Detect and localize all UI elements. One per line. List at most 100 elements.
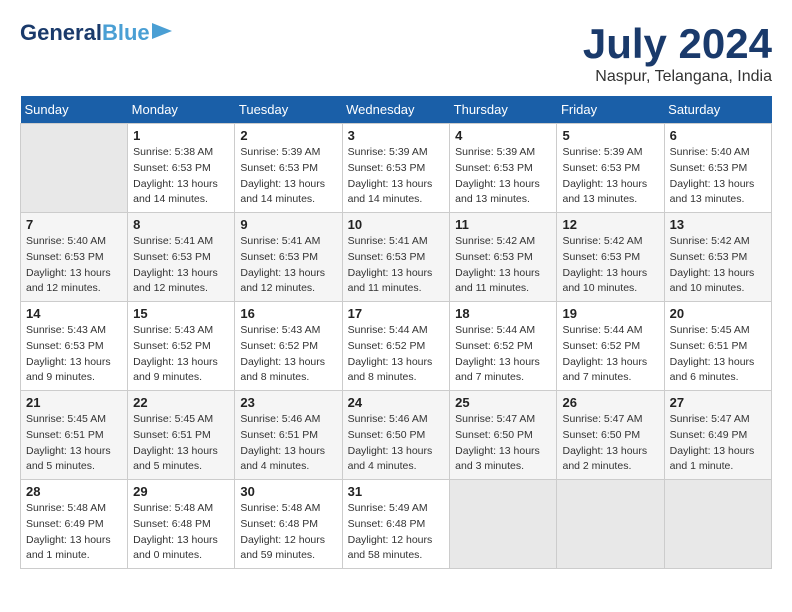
day-number: 30 <box>240 484 336 499</box>
day-number: 17 <box>348 306 445 321</box>
day-info: Sunrise: 5:44 AM Sunset: 6:52 PM Dayligh… <box>562 323 658 386</box>
day-number: 31 <box>348 484 445 499</box>
calendar-cell: 26 Sunrise: 5:47 AM Sunset: 6:50 PM Dayli… <box>557 391 664 480</box>
calendar-cell: 16 Sunrise: 5:43 AM Sunset: 6:52 PM Dayli… <box>235 302 342 391</box>
day-number: 4 <box>455 128 551 143</box>
day-number: 15 <box>133 306 229 321</box>
calendar-cell: 15 Sunrise: 5:43 AM Sunset: 6:52 PM Dayli… <box>128 302 235 391</box>
day-info: Sunrise: 5:38 AM Sunset: 6:53 PM Dayligh… <box>133 145 229 208</box>
day-number: 7 <box>26 217 122 232</box>
calendar-cell: 28Sunrise: 5:48 AM Sunset: 6:49 PM Dayli… <box>21 480 128 569</box>
page-header: GeneralBlue July 2024 Naspur, Telangana,… <box>20 20 772 86</box>
day-info: Sunrise: 5:47 AM Sunset: 6:49 PM Dayligh… <box>670 412 766 475</box>
day-info: Sunrise: 5:48 AM Sunset: 6:48 PM Dayligh… <box>240 501 336 564</box>
calendar-cell: 29 Sunrise: 5:48 AM Sunset: 6:48 PM Dayli… <box>128 480 235 569</box>
day-number: 25 <box>455 395 551 410</box>
day-info: Sunrise: 5:42 AM Sunset: 6:53 PM Dayligh… <box>562 234 658 297</box>
calendar-cell: 18 Sunrise: 5:44 AM Sunset: 6:52 PM Dayli… <box>450 302 557 391</box>
day-info: Sunrise: 5:45 AM Sunset: 6:51 PM Dayligh… <box>26 412 122 475</box>
calendar-cell: 7 Sunrise: 5:40 AM Sunset: 6:53 PM Daylig… <box>21 213 128 302</box>
calendar-cell: 9 Sunrise: 5:41 AM Sunset: 6:53 PM Daylig… <box>235 213 342 302</box>
column-header-friday: Friday <box>557 96 664 124</box>
day-number: 9 <box>240 217 336 232</box>
day-number: 11 <box>455 217 551 232</box>
day-info: Sunrise: 5:40 AM Sunset: 6:53 PM Dayligh… <box>670 145 766 208</box>
day-number: 16 <box>240 306 336 321</box>
day-number: 10 <box>348 217 445 232</box>
day-info: Sunrise: 5:41 AM Sunset: 6:53 PM Dayligh… <box>240 234 336 297</box>
day-info: Sunrise: 5:42 AM Sunset: 6:53 PM Dayligh… <box>670 234 766 297</box>
day-info: Sunrise: 5:47 AM Sunset: 6:50 PM Dayligh… <box>562 412 658 475</box>
day-info: Sunrise: 5:42 AM Sunset: 6:53 PM Dayligh… <box>455 234 551 297</box>
day-info: Sunrise: 5:45 AM Sunset: 6:51 PM Dayligh… <box>670 323 766 386</box>
day-number: 5 <box>562 128 658 143</box>
calendar-cell <box>664 480 771 569</box>
calendar-cell: 17 Sunrise: 5:44 AM Sunset: 6:52 PM Dayli… <box>342 302 450 391</box>
day-info: Sunrise: 5:45 AM Sunset: 6:51 PM Dayligh… <box>133 412 229 475</box>
calendar-cell: 3 Sunrise: 5:39 AM Sunset: 6:53 PM Daylig… <box>342 124 450 213</box>
day-number: 21 <box>26 395 122 410</box>
day-number: 12 <box>562 217 658 232</box>
day-number: 3 <box>348 128 445 143</box>
day-number: 1 <box>133 128 229 143</box>
day-number: 23 <box>240 395 336 410</box>
calendar-week-row: 14Sunrise: 5:43 AM Sunset: 6:53 PM Dayli… <box>21 302 772 391</box>
day-info: Sunrise: 5:41 AM Sunset: 6:53 PM Dayligh… <box>133 234 229 297</box>
calendar-header-row: SundayMondayTuesdayWednesdayThursdayFrid… <box>21 96 772 124</box>
calendar-cell: 11 Sunrise: 5:42 AM Sunset: 6:53 PM Dayli… <box>450 213 557 302</box>
day-number: 8 <box>133 217 229 232</box>
day-info: Sunrise: 5:46 AM Sunset: 6:51 PM Dayligh… <box>240 412 336 475</box>
calendar-cell: 24Sunrise: 5:46 AM Sunset: 6:50 PM Dayli… <box>342 391 450 480</box>
day-info: Sunrise: 5:39 AM Sunset: 6:53 PM Dayligh… <box>348 145 445 208</box>
location: Naspur, Telangana, India <box>583 68 772 86</box>
day-info: Sunrise: 5:44 AM Sunset: 6:52 PM Dayligh… <box>455 323 551 386</box>
day-info: Sunrise: 5:39 AM Sunset: 6:53 PM Dayligh… <box>455 145 551 208</box>
calendar-body: 1 Sunrise: 5:38 AM Sunset: 6:53 PM Daylig… <box>21 124 772 569</box>
calendar-cell: 8 Sunrise: 5:41 AM Sunset: 6:53 PM Daylig… <box>128 213 235 302</box>
column-header-wednesday: Wednesday <box>342 96 450 124</box>
day-number: 19 <box>562 306 658 321</box>
calendar-cell: 5 Sunrise: 5:39 AM Sunset: 6:53 PM Daylig… <box>557 124 664 213</box>
calendar-cell: 2Sunrise: 5:39 AM Sunset: 6:53 PM Daylig… <box>235 124 342 213</box>
day-number: 13 <box>670 217 766 232</box>
calendar-cell <box>557 480 664 569</box>
day-number: 24 <box>348 395 445 410</box>
column-header-monday: Monday <box>128 96 235 124</box>
calendar-table: SundayMondayTuesdayWednesdayThursdayFrid… <box>20 96 772 569</box>
calendar-cell <box>450 480 557 569</box>
day-number: 18 <box>455 306 551 321</box>
calendar-cell <box>21 124 128 213</box>
day-number: 2 <box>240 128 336 143</box>
calendar-cell: 14Sunrise: 5:43 AM Sunset: 6:53 PM Dayli… <box>21 302 128 391</box>
day-number: 27 <box>670 395 766 410</box>
calendar-cell: 13 Sunrise: 5:42 AM Sunset: 6:53 PM Dayli… <box>664 213 771 302</box>
day-info: Sunrise: 5:40 AM Sunset: 6:53 PM Dayligh… <box>26 234 122 297</box>
day-info: Sunrise: 5:43 AM Sunset: 6:53 PM Dayligh… <box>26 323 122 386</box>
day-info: Sunrise: 5:47 AM Sunset: 6:50 PM Dayligh… <box>455 412 551 475</box>
calendar-cell: 22Sunrise: 5:45 AM Sunset: 6:51 PM Dayli… <box>128 391 235 480</box>
calendar-cell: 20 Sunrise: 5:45 AM Sunset: 6:51 PM Dayli… <box>664 302 771 391</box>
day-number: 20 <box>670 306 766 321</box>
calendar-cell: 1 Sunrise: 5:38 AM Sunset: 6:53 PM Daylig… <box>128 124 235 213</box>
calendar-cell: 4 Sunrise: 5:39 AM Sunset: 6:53 PM Daylig… <box>450 124 557 213</box>
day-info: Sunrise: 5:41 AM Sunset: 6:53 PM Dayligh… <box>348 234 445 297</box>
calendar-week-row: 7 Sunrise: 5:40 AM Sunset: 6:53 PM Daylig… <box>21 213 772 302</box>
day-number: 29 <box>133 484 229 499</box>
day-info: Sunrise: 5:48 AM Sunset: 6:48 PM Dayligh… <box>133 501 229 564</box>
calendar-cell: 19 Sunrise: 5:44 AM Sunset: 6:52 PM Dayli… <box>557 302 664 391</box>
calendar-cell: 30 Sunrise: 5:48 AM Sunset: 6:48 PM Dayli… <box>235 480 342 569</box>
day-info: Sunrise: 5:43 AM Sunset: 6:52 PM Dayligh… <box>240 323 336 386</box>
month-title: July 2024 <box>583 20 772 68</box>
column-header-tuesday: Tuesday <box>235 96 342 124</box>
calendar-cell: 6Sunrise: 5:40 AM Sunset: 6:53 PM Daylig… <box>664 124 771 213</box>
day-info: Sunrise: 5:43 AM Sunset: 6:52 PM Dayligh… <box>133 323 229 386</box>
title-block: July 2024 Naspur, Telangana, India <box>583 20 772 86</box>
calendar-cell: 23 Sunrise: 5:46 AM Sunset: 6:51 PM Dayli… <box>235 391 342 480</box>
day-info: Sunrise: 5:39 AM Sunset: 6:53 PM Dayligh… <box>562 145 658 208</box>
calendar-cell: 21 Sunrise: 5:45 AM Sunset: 6:51 PM Dayli… <box>21 391 128 480</box>
day-info: Sunrise: 5:44 AM Sunset: 6:52 PM Dayligh… <box>348 323 445 386</box>
column-header-sunday: Sunday <box>21 96 128 124</box>
calendar-cell: 27 Sunrise: 5:47 AM Sunset: 6:49 PM Dayli… <box>664 391 771 480</box>
day-number: 26 <box>562 395 658 410</box>
calendar-cell: 12 Sunrise: 5:42 AM Sunset: 6:53 PM Dayli… <box>557 213 664 302</box>
